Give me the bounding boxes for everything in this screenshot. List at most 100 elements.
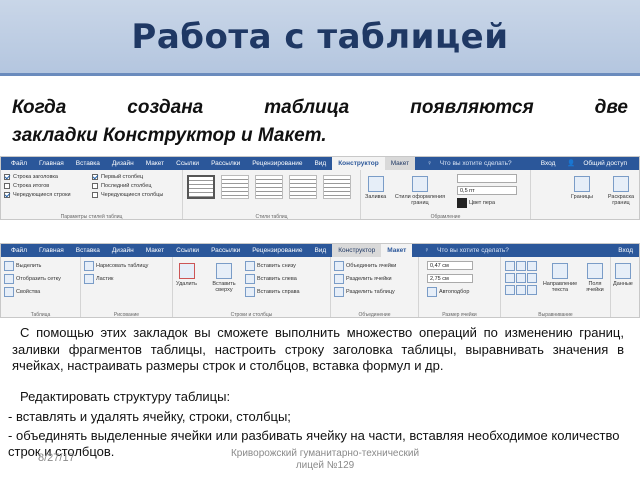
split-table-button[interactable]: Разделить таблицу	[334, 287, 395, 297]
first-column-checkbox[interactable]: Первый столбец	[89, 172, 183, 181]
select-icon	[4, 261, 14, 271]
total-row-checkbox[interactable]: Строка итогов	[1, 181, 91, 190]
tab-table-layout[interactable]: Макет	[384, 157, 416, 170]
group-table-styles: Стили таблиц	[183, 170, 361, 219]
autofit-button[interactable]: Автоподбор	[427, 287, 469, 297]
group-draw: Нарисовать таблицу Ластик Рисование	[81, 257, 173, 318]
delete-table-icon	[178, 263, 195, 279]
cell-margins-button[interactable]: Поля ячейки	[581, 261, 609, 293]
tab-file[interactable]: Файл	[5, 157, 33, 170]
border-painter-icon	[613, 176, 629, 192]
ribbon-tabs: Файл Главная Вставка Дизайн Макет Ссылки…	[1, 244, 639, 257]
tab-review[interactable]: Рецензирование	[246, 157, 308, 170]
table-style-thumb[interactable]	[255, 175, 283, 199]
select-button[interactable]: Выделить	[4, 261, 41, 271]
insert-below-button[interactable]: Вставить снизу	[245, 261, 296, 271]
text-direction-icon	[552, 263, 568, 279]
column-width-input[interactable]: 2,75 см	[427, 274, 473, 283]
group-data: Данные	[611, 257, 639, 317]
insert-left-button[interactable]: Вставить слева	[245, 274, 297, 284]
share-button[interactable]: 👤 Общий доступ	[561, 157, 639, 170]
tell-me-search[interactable]: ♀ Что вы хотите сделать?	[421, 157, 524, 170]
ribbon-body: Выделить Отобразить сетку Свойства Табли…	[1, 257, 639, 318]
insert-left-icon	[245, 274, 255, 284]
tab-references[interactable]: Ссылки	[170, 244, 205, 257]
group-label: Размер ячейки	[442, 312, 477, 318]
properties-button[interactable]: Свойства	[4, 287, 40, 297]
data-button[interactable]: Данные	[613, 261, 633, 287]
tab-table-layout[interactable]: Макет	[381, 244, 413, 257]
tab-review[interactable]: Рецензирование	[246, 244, 308, 257]
text-direction-button[interactable]: Направление текста	[541, 261, 579, 293]
borders-button[interactable]: Границы	[571, 174, 593, 200]
row-height-input[interactable]: 0,47 см	[427, 261, 473, 270]
ribbon-design-screenshot: Файл Главная Вставка Дизайн Макет Ссылки…	[0, 156, 640, 220]
draw-table-button[interactable]: Нарисовать таблицу	[84, 261, 148, 271]
eraser-button[interactable]: Ластик	[84, 274, 113, 284]
sign-in-link[interactable]: Вход	[612, 244, 639, 257]
shading-button[interactable]: Заливка	[365, 174, 386, 200]
group-style-options: Строка заголовка Строка итогов Чередующи…	[1, 170, 183, 219]
group-label: Рисование	[113, 312, 140, 318]
pen-weight-select[interactable]: 0,5 пт	[457, 186, 517, 195]
insert-above-icon	[216, 263, 232, 279]
tab-view[interactable]: Вид	[308, 157, 332, 170]
edit-heading: Редактировать структуру таблицы:	[20, 389, 231, 404]
pen-style-select[interactable]	[457, 174, 517, 183]
split-cells-button[interactable]: Разделить ячейки	[334, 274, 392, 284]
split-table-icon	[334, 287, 344, 297]
table-style-thumb[interactable]	[323, 175, 351, 199]
tab-table-design[interactable]: Конструктор	[332, 244, 382, 257]
gridlines-icon	[4, 274, 14, 284]
tab-view[interactable]: Вид	[308, 244, 332, 257]
group-label: Выравнивание	[538, 312, 573, 318]
group-label: Строки и столбцы	[230, 312, 273, 318]
header-row-checkbox[interactable]: Строка заголовка	[1, 172, 91, 181]
borders-icon	[574, 176, 590, 192]
delete-button[interactable]: Удалить	[176, 261, 197, 287]
last-column-checkbox[interactable]: Последний столбец	[89, 181, 183, 190]
table-style-thumb[interactable]	[221, 175, 249, 199]
group-cell-size: 0,47 см 2,75 см Автоподбор Размер ячейки	[419, 257, 501, 318]
tab-table-design[interactable]: Конструктор	[332, 157, 385, 170]
slide-date: 8/27/17	[38, 452, 75, 464]
tab-home[interactable]: Главная	[33, 157, 70, 170]
sign-in-link[interactable]: Вход	[535, 157, 562, 170]
group-border-tools: Границы Раскраска границ	[531, 170, 639, 219]
border-painter-button[interactable]: Раскраска границ	[603, 174, 639, 206]
tab-insert[interactable]: Вставка	[70, 244, 106, 257]
pen-color-button[interactable]: Цвет пера	[457, 198, 495, 208]
tab-mailings[interactable]: Рассылки	[205, 157, 246, 170]
merge-cells-button[interactable]: Объединить ячейки	[334, 261, 396, 271]
table-style-thumb[interactable]	[289, 175, 317, 199]
eraser-icon	[84, 274, 94, 284]
ribbon-layout-screenshot: Файл Главная Вставка Дизайн Макет Ссылки…	[0, 243, 640, 318]
tab-design[interactable]: Дизайн	[106, 244, 140, 257]
tab-references[interactable]: Ссылки	[170, 157, 205, 170]
banded-columns-checkbox[interactable]: Чередующиеся столбцы	[89, 190, 183, 199]
tab-layout[interactable]: Макет	[140, 244, 170, 257]
paint-bucket-icon	[367, 176, 384, 192]
table-style-thumb[interactable]	[187, 175, 215, 199]
tab-design[interactable]: Дизайн	[106, 157, 140, 170]
tell-me-search[interactable]: ♀ Что вы хотите сделать?	[418, 244, 521, 257]
tab-mailings[interactable]: Рассылки	[205, 244, 246, 257]
autofit-icon	[427, 287, 437, 297]
tab-file[interactable]: Файл	[5, 244, 33, 257]
tab-layout[interactable]: Макет	[140, 157, 170, 170]
banded-rows-checkbox[interactable]: Чередующиеся строки	[1, 190, 91, 199]
tab-home[interactable]: Главная	[33, 244, 70, 257]
border-styles-button[interactable]: Стили оформления границ	[393, 174, 447, 206]
cell-margins-icon	[587, 263, 603, 279]
insert-right-button[interactable]: Вставить справа	[245, 287, 300, 297]
description-paragraph: С помощью этих закладок вы сможете выпол…	[12, 325, 624, 373]
alignment-grid[interactable]	[505, 261, 537, 295]
gridlines-button[interactable]: Отобразить сетку	[4, 274, 61, 284]
pen-color-icon	[457, 198, 467, 208]
data-icon	[614, 263, 631, 279]
insert-above-button[interactable]: Вставить сверху	[209, 261, 239, 293]
tab-insert[interactable]: Вставка	[70, 157, 106, 170]
border-styles-icon	[412, 176, 428, 192]
title-band: Работа с таблицей	[0, 0, 640, 76]
group-rows-columns: Удалить Вставить сверху Вставить снизу В…	[173, 257, 331, 318]
